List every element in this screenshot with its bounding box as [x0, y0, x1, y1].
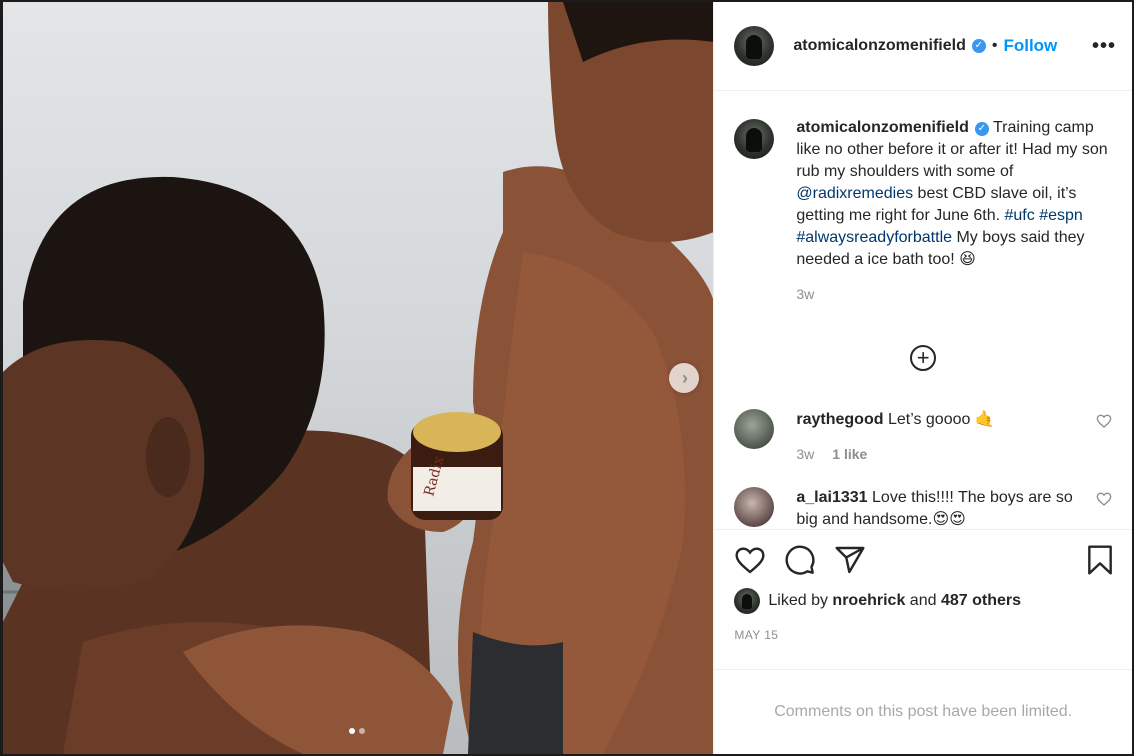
- commenter-avatar[interactable]: [734, 487, 775, 527]
- liked-by-label: Liked by nroehrick and 487 others: [768, 592, 1021, 610]
- follow-button[interactable]: Follow: [1003, 36, 1057, 56]
- commenter-avatar[interactable]: [734, 409, 775, 449]
- share-icon[interactable]: [834, 544, 866, 576]
- post-header: atomicalonzomenifield ✓ • Follow •••: [714, 2, 1132, 91]
- caption-mention[interactable]: @radixremedies: [796, 185, 913, 202]
- comment-item: a_lai1331 Love this!!!! The boys are so …: [734, 487, 1112, 529]
- liked-by-others[interactable]: 487 others: [941, 592, 1021, 609]
- liked-by-and: and: [909, 592, 937, 609]
- carousel-indicator: [349, 728, 365, 734]
- heart-icon[interactable]: [734, 544, 766, 576]
- action-icons: [734, 542, 1116, 578]
- comment-text: Let’s goooo 🤙: [887, 411, 995, 428]
- comment-username[interactable]: a_lai1331: [796, 489, 867, 506]
- liker-avatar[interactable]: [734, 588, 761, 614]
- caption: atomicalonzomenifield ✓ Training camp lik…: [734, 117, 1112, 305]
- bookmark-icon[interactable]: [1084, 544, 1116, 576]
- heart-icon[interactable]: [1096, 413, 1112, 429]
- separator-dot: •: [991, 37, 998, 54]
- comment-item: raythegood Let’s goooo 🤙 3w 1 like: [734, 409, 1112, 465]
- hashtag-alwaysreadyforbattle[interactable]: #alwaysreadyforbattle: [796, 229, 952, 246]
- verified-icon: ✓: [974, 122, 989, 136]
- comment-meta: 3w 1 like: [796, 443, 1088, 465]
- author-avatar[interactable]: [734, 26, 775, 66]
- caption-avatar[interactable]: [734, 119, 775, 159]
- likes-summary: Liked by nroehrick and 487 others: [734, 588, 1116, 614]
- photo-illustration: Radix: [3, 2, 714, 754]
- caption-body: atomicalonzomenifield ✓ Training camp lik…: [796, 117, 1112, 305]
- comment-body: raythegood Let’s goooo 🤙 3w 1 like: [796, 409, 1088, 465]
- hashtag-espn[interactable]: #espn: [1039, 207, 1083, 224]
- post-modal: Radix › atomicalonzomenifield ✓ • Follow…: [3, 2, 1132, 754]
- hashtag-ufc[interactable]: #ufc: [1005, 207, 1035, 224]
- comments-limited-notice: Comments on this post have been limited.: [714, 669, 1132, 754]
- plus-circle-icon[interactable]: +: [910, 345, 937, 371]
- comment-body: a_lai1331 Love this!!!! The boys are so …: [796, 487, 1088, 529]
- author-username[interactable]: atomicalonzomenifield: [793, 37, 965, 55]
- post-date[interactable]: MAY 15: [734, 628, 1116, 642]
- chevron-right-icon: ›: [682, 368, 688, 388]
- carousel-next-button[interactable]: ›: [669, 363, 699, 393]
- carousel-dot-active: [349, 728, 355, 734]
- more-icon[interactable]: •••: [1092, 35, 1116, 58]
- comments-section[interactable]: atomicalonzomenifield ✓ Training camp lik…: [714, 91, 1132, 529]
- caption-username[interactable]: atomicalonzomenifield: [796, 119, 968, 136]
- load-more-comments: +: [734, 345, 1112, 371]
- post-photo[interactable]: Radix ›: [3, 2, 714, 754]
- comment-icon[interactable]: [784, 544, 816, 576]
- comment-time[interactable]: 3w: [796, 446, 814, 462]
- heart-icon[interactable]: [1096, 491, 1112, 507]
- carousel-dot: [359, 728, 365, 734]
- comment-likes[interactable]: 1 like: [832, 446, 867, 462]
- post-actions: Liked by nroehrick and 487 others MAY 15: [714, 529, 1132, 669]
- liked-by-prefix: Liked by: [768, 592, 828, 609]
- verified-icon: ✓: [971, 39, 986, 53]
- comment-username[interactable]: raythegood: [796, 411, 883, 428]
- caption-time[interactable]: 3w: [796, 283, 1112, 305]
- liked-by-user[interactable]: nroehrick: [832, 592, 905, 609]
- post-side-panel: atomicalonzomenifield ✓ • Follow ••• ato…: [713, 2, 1132, 754]
